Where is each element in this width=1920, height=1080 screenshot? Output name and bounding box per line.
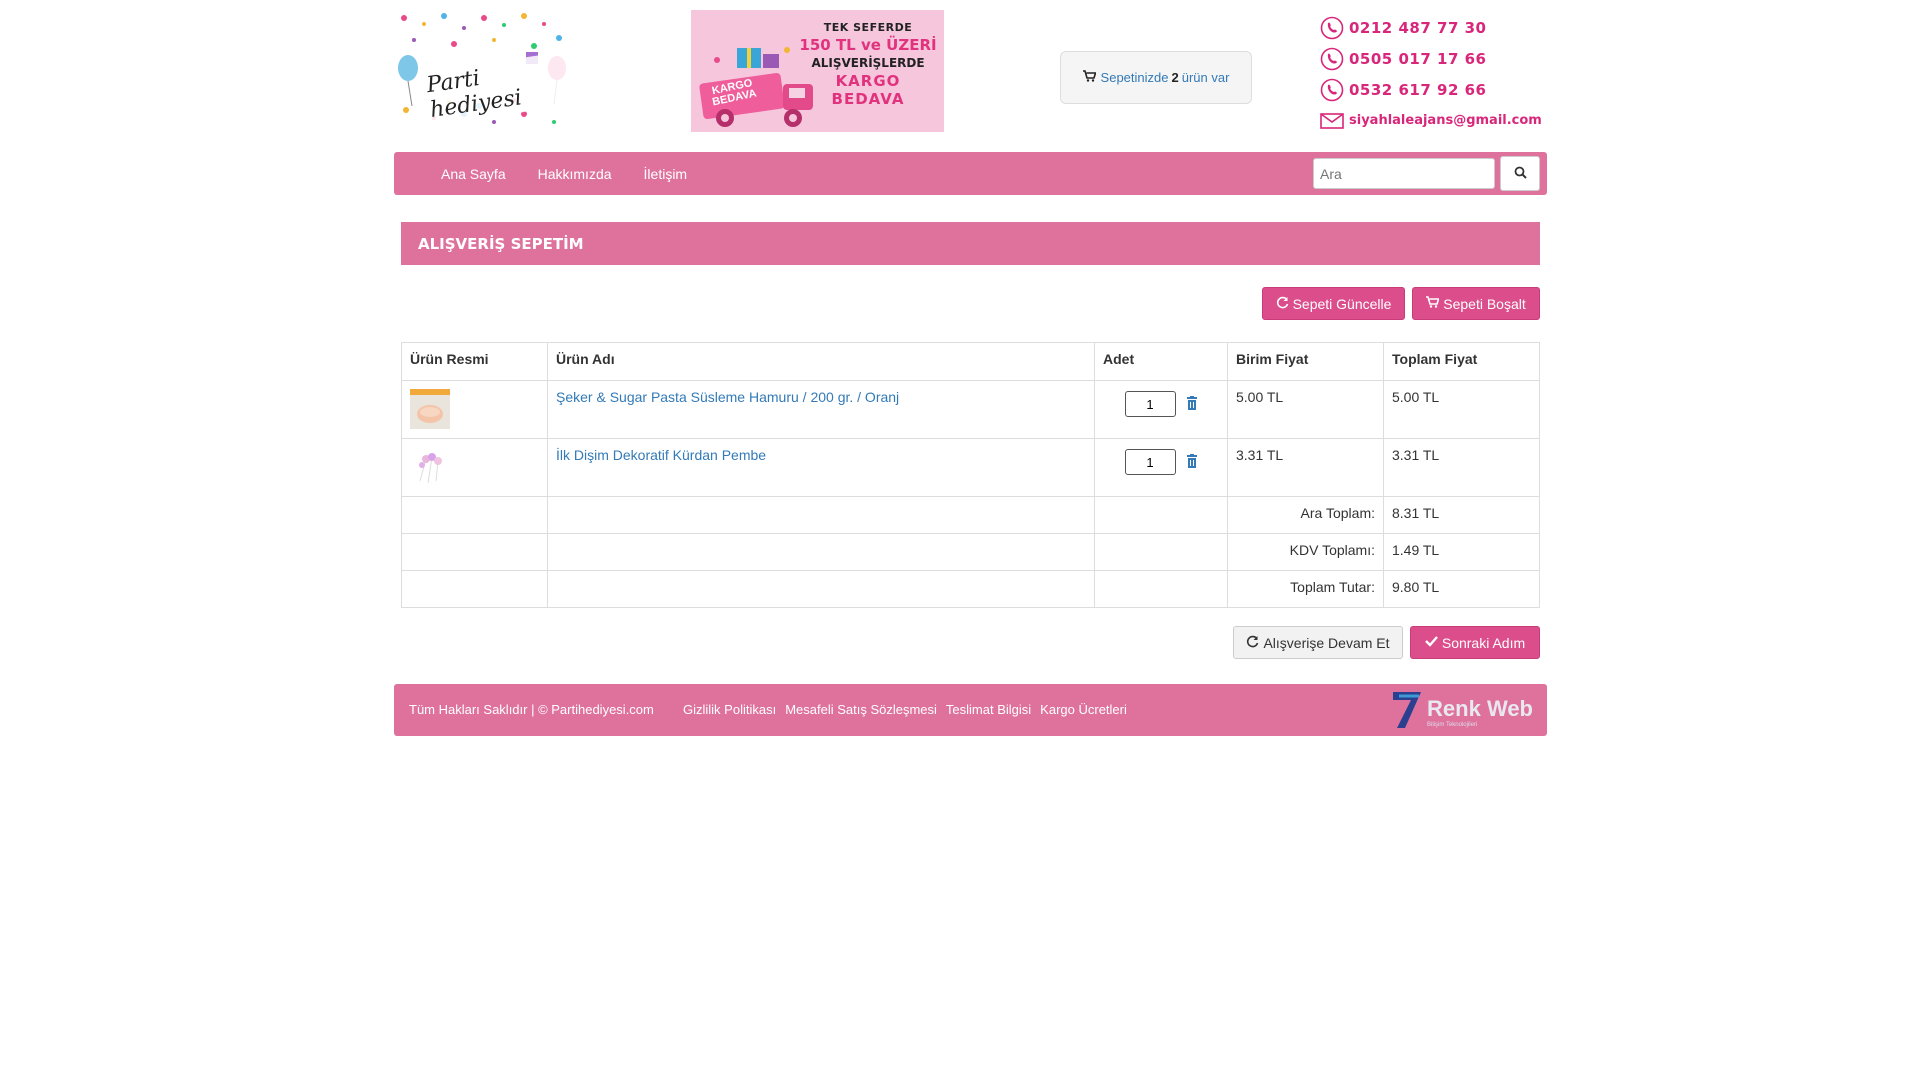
table-row: İlk Dişim Dekoratif Kürdan Pembe 3.31 TL… — [401, 438, 1540, 497]
phone-number-1: 0212 487 77 30 — [1349, 18, 1487, 37]
main-navbar: Ana Sayfa Hakkımızda İletişim — [394, 152, 1547, 195]
phone-icon — [1318, 14, 1345, 41]
phone-icon — [1318, 45, 1345, 72]
col-header-total: Toplam Fiyat — [1383, 342, 1540, 381]
phone-number-2: 0505 017 17 66 — [1349, 49, 1487, 68]
table-row: Şeker & Sugar Pasta Süsleme Hamuru / 200… — [401, 380, 1540, 439]
update-cart-label: Sepeti Güncelle — [1292, 295, 1392, 312]
grand-total-value: 9.80 TL — [1383, 570, 1540, 608]
product-link[interactable]: İlk Dişim Dekoratif Kürdan Pembe — [556, 447, 766, 463]
banner-line-2: 150 TL ve ÜZERİ — [799, 35, 937, 54]
renk-web-logo-icon — [1393, 692, 1422, 728]
total-price-cell: 3.31 TL — [1383, 438, 1540, 497]
banner-line-5: BEDAVA — [831, 89, 905, 108]
update-cart-button[interactable]: Sepeti Güncelle — [1262, 287, 1405, 320]
footer-links: Gizlilik Politikası Mesafeli Satış Sözle… — [683, 702, 1136, 717]
phone-number-3: 0532 617 92 66 — [1349, 80, 1487, 99]
continue-shopping-button[interactable]: Alışverişe Devam Et — [1233, 626, 1403, 659]
tax-label: KDV Toplamı: — [1227, 533, 1384, 571]
banner-line-3: ALIŞVERİŞLERDE — [811, 56, 925, 71]
trash-icon[interactable] — [1186, 395, 1198, 413]
tax-value: 1.49 TL — [1383, 533, 1540, 571]
refresh-icon — [1246, 635, 1259, 651]
col-header-unit-price: Birim Fiyat — [1227, 342, 1384, 381]
subtotal-value: 8.31 TL — [1383, 496, 1540, 534]
next-step-button[interactable]: Sonraki Adım — [1410, 626, 1540, 659]
footer-link-shipping[interactable]: Kargo Ücretleri — [1040, 702, 1127, 717]
cart-table: Ürün Resmi Ürün Adı Adet Birim Fiyat Top… — [401, 342, 1540, 608]
quantity-cell — [1094, 380, 1228, 439]
total-price-cell: 5.00 TL — [1383, 380, 1540, 439]
envelope-icon — [1318, 107, 1345, 134]
contact-phone-2[interactable]: 0505 017 17 66 — [1318, 43, 1548, 74]
cart-summary-button[interactable]: Sepetinizde 2 ürün var — [1060, 51, 1252, 104]
shopping-cart-icon — [1426, 296, 1440, 311]
cart-summary-suffix: ürün var — [1181, 70, 1230, 85]
subtotal-label: Ara Toplam: — [1227, 496, 1384, 534]
page-title: ALIŞVERİŞ SEPETİM — [401, 222, 1540, 265]
quantity-input[interactable] — [1124, 391, 1176, 417]
product-thumbnail[interactable] — [410, 389, 450, 429]
footer-link-sales-contract[interactable]: Mesafeli Satış Sözleşmesi — [785, 702, 937, 717]
refresh-icon — [1276, 296, 1289, 312]
banner-text: TEK SEFERDE 150 TL ve ÜZERİ ALIŞVERİŞLER… — [798, 22, 938, 107]
phone-icon — [1318, 76, 1345, 103]
empty-cart-label: Sepeti Boşalt — [1443, 295, 1526, 312]
unit-price-cell: 3.31 TL — [1227, 438, 1384, 497]
cart-summary-prefix: Sepetinizde — [1100, 70, 1169, 85]
tax-row: KDV Toplamı: 1.49 TL — [401, 533, 1540, 571]
continue-shopping-label: Alışverişe Devam Et — [1263, 634, 1390, 651]
nav-menu: Ana Sayfa Hakkımızda İletişim — [441, 152, 719, 195]
product-image-cell — [401, 380, 548, 439]
product-name-cell: İlk Dişim Dekoratif Kürdan Pembe — [547, 438, 1095, 497]
shopping-cart-icon — [1082, 70, 1097, 85]
quantity-input[interactable] — [1124, 449, 1176, 475]
grand-total-label: Toplam Tutar: — [1227, 570, 1384, 608]
developer-brand-sub: Bilişim Teknolojileri — [1427, 722, 1478, 728]
search-button[interactable] — [1500, 156, 1540, 191]
product-link[interactable]: Şeker & Sugar Pasta Süsleme Hamuru / 200… — [556, 389, 899, 405]
unit-price-cell: 5.00 TL — [1227, 380, 1384, 439]
search-input[interactable] — [1313, 158, 1495, 189]
product-name-cell: Şeker & Sugar Pasta Süsleme Hamuru / 200… — [547, 380, 1095, 439]
trash-icon[interactable] — [1186, 453, 1198, 471]
next-step-label: Sonraki Adım — [1441, 634, 1526, 651]
contact-email[interactable]: siyahlaleajans@gmail.com — [1318, 105, 1548, 136]
check-icon — [1425, 635, 1438, 650]
table-header-row: Ürün Resmi Ürün Adı Adet Birim Fiyat Top… — [401, 342, 1540, 381]
empty-cart-button[interactable]: Sepeti Boşalt — [1412, 287, 1540, 320]
contact-phone-1[interactable]: 0212 487 77 30 — [1318, 12, 1548, 43]
subtotal-row: Ara Toplam: 8.31 TL — [401, 496, 1540, 534]
grand-total-row: Toplam Tutar: 9.80 TL — [401, 570, 1540, 608]
nav-item-contact[interactable]: İletişim — [644, 166, 688, 182]
search-icon — [1514, 166, 1527, 182]
developer-brand: Renk Web — [1427, 696, 1533, 721]
footer-link-delivery[interactable]: Teslimat Bilgisi — [946, 702, 1031, 717]
banner-line-4: KARGO — [835, 71, 901, 90]
footer-link-privacy[interactable]: Gizlilik Politikası — [683, 702, 776, 717]
email-address: siyahlaleajans@gmail.com — [1349, 113, 1542, 128]
contact-info: 0212 487 77 30 0505 017 17 66 0532 617 9… — [1318, 12, 1548, 136]
col-header-image: Ürün Resmi — [401, 342, 548, 381]
col-header-name: Ürün Adı — [547, 342, 1095, 381]
cart-count: 2 — [1171, 70, 1179, 85]
product-thumbnail[interactable] — [410, 447, 450, 487]
site-logo[interactable]: Parti hediyesi — [394, 10, 570, 130]
nav-item-about[interactable]: Hakkımızda — [538, 166, 612, 182]
banner-line-1: TEK SEFERDE — [823, 21, 913, 34]
free-shipping-banner[interactable]: KARGO BEDAVA TEK SEFERDE 150 TL ve ÜZERİ… — [691, 10, 944, 132]
product-image-cell — [401, 438, 548, 497]
contact-phone-3[interactable]: 0532 617 92 66 — [1318, 74, 1548, 105]
copyright-text: Tüm Hakları Saklıdır | © Partihediyesi.c… — [409, 702, 654, 717]
nav-item-home[interactable]: Ana Sayfa — [441, 166, 506, 182]
developer-logo[interactable]: Renk Web Bilişim Teknolojileri — [1391, 688, 1533, 730]
footer: Tüm Hakları Saklıdır | © Partihediyesi.c… — [394, 684, 1547, 736]
col-header-qty: Adet — [1094, 342, 1228, 381]
quantity-cell — [1094, 438, 1228, 497]
